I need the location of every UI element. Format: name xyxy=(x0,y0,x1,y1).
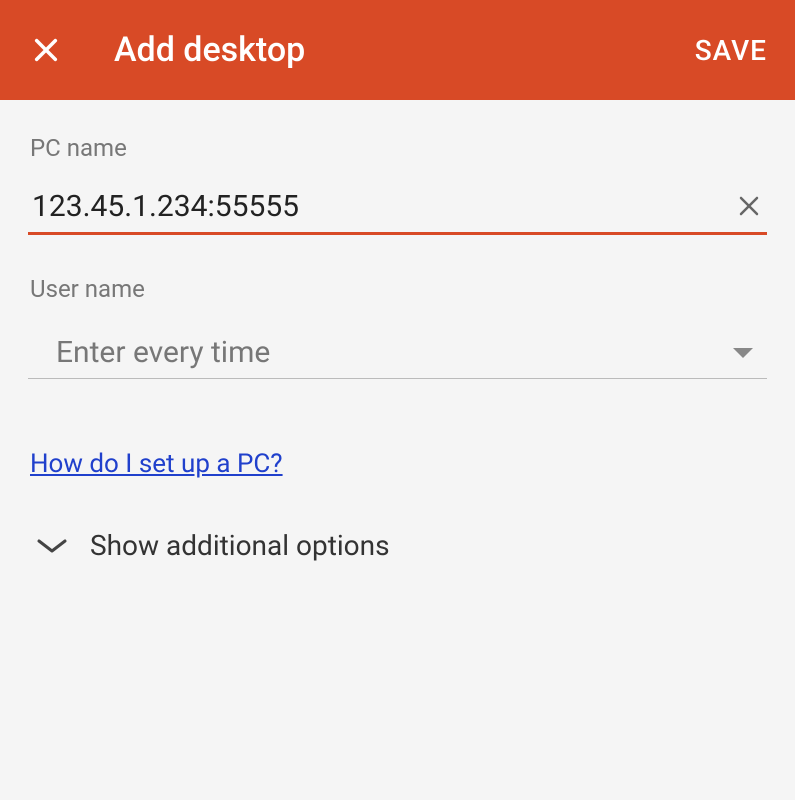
save-button[interactable]: SAVE xyxy=(695,34,767,67)
chevron-down-icon xyxy=(733,348,753,358)
pc-name-input-row xyxy=(28,188,767,235)
expand-chevron-icon xyxy=(32,531,72,561)
pc-name-label: PC name xyxy=(28,134,767,162)
expand-label: Show additional options xyxy=(90,529,390,562)
help-link[interactable]: How do I set up a PC? xyxy=(28,449,283,479)
show-additional-options[interactable]: Show additional options xyxy=(28,529,767,562)
user-name-value: Enter every time xyxy=(56,335,733,370)
user-name-select[interactable]: Enter every time xyxy=(28,329,767,379)
close-icon xyxy=(32,36,60,64)
clear-icon xyxy=(737,194,761,218)
pc-name-field: PC name xyxy=(28,134,767,235)
page-title: Add desktop xyxy=(114,30,695,70)
close-button[interactable] xyxy=(28,32,64,68)
content: PC name User name Enter every time How d… xyxy=(0,100,795,562)
clear-button[interactable] xyxy=(731,188,767,224)
pc-name-input[interactable] xyxy=(28,189,721,224)
user-name-label: User name xyxy=(28,275,767,303)
header: Add desktop SAVE xyxy=(0,0,795,100)
user-name-field: User name Enter every time xyxy=(28,275,767,379)
